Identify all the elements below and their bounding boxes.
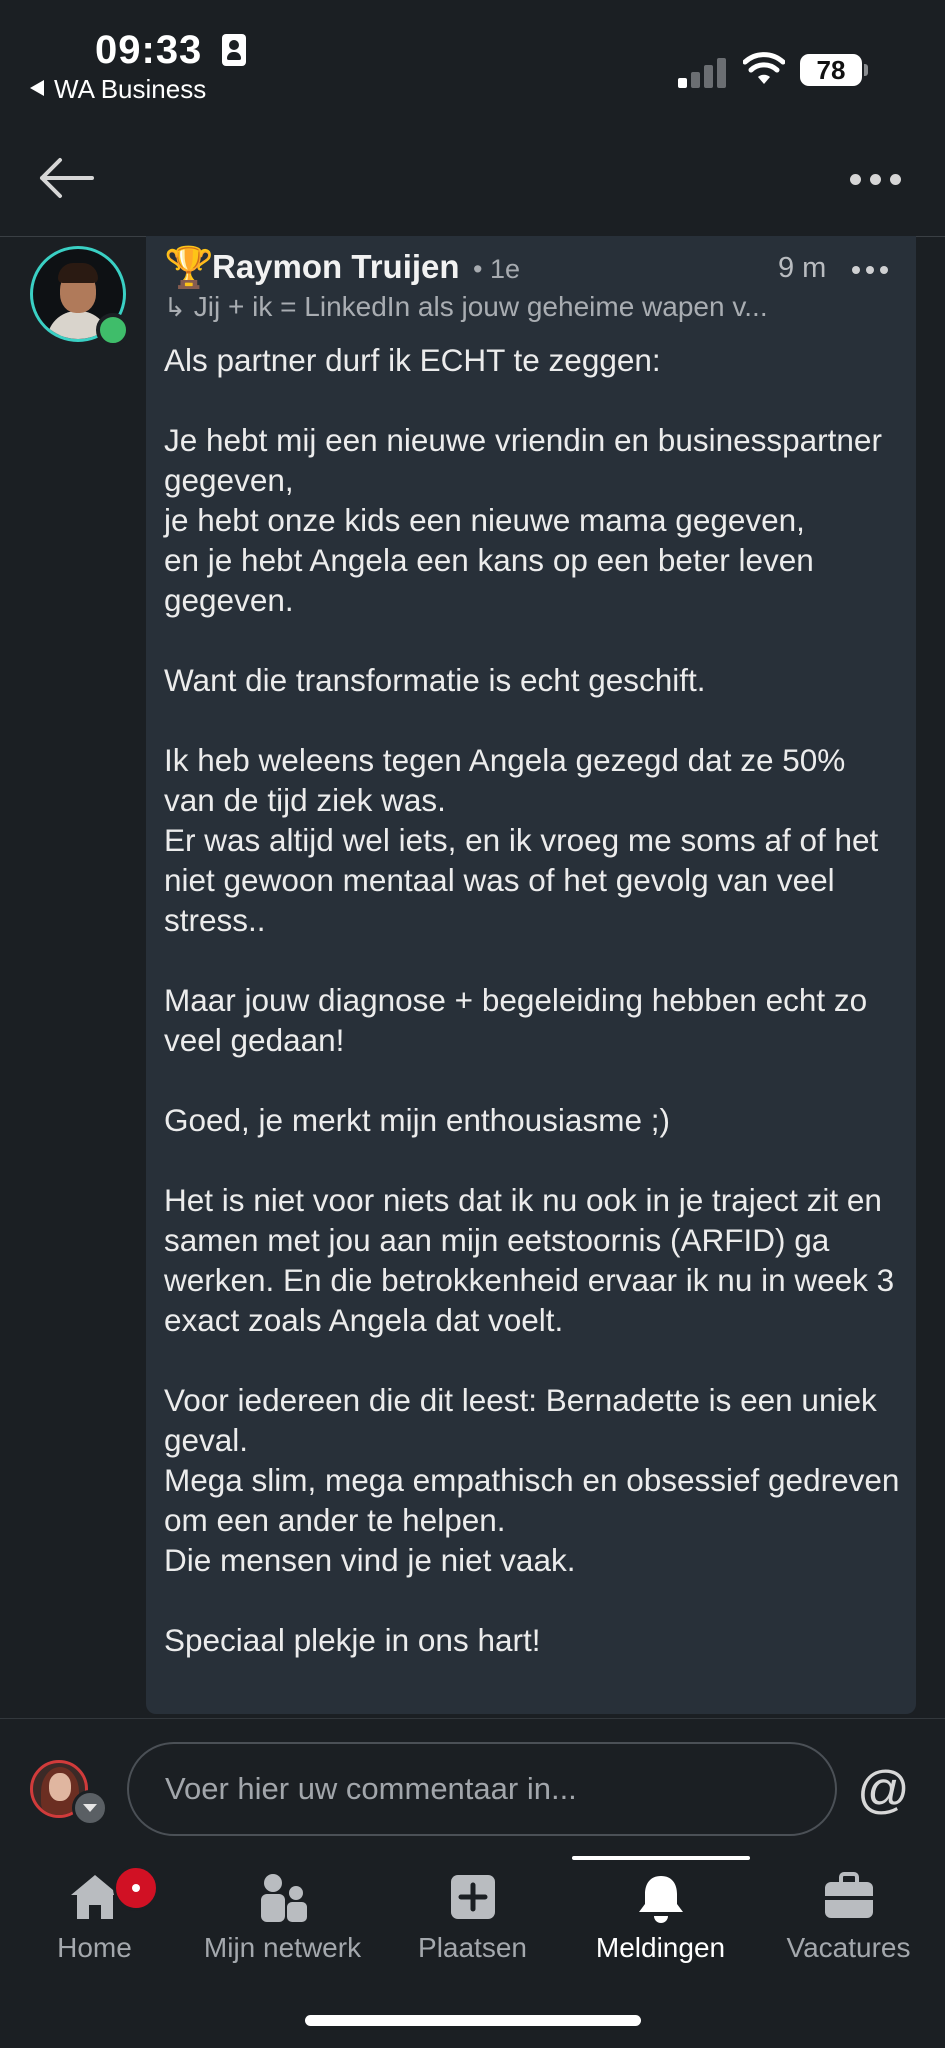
more-options-icon[interactable] (848, 168, 904, 192)
back-to-app-link[interactable]: WA Business (30, 74, 206, 105)
online-status-indicator (96, 313, 130, 347)
wifi-icon (743, 52, 785, 84)
bell-icon (638, 1876, 683, 1923)
back-app-label: WA Business (54, 74, 207, 104)
contact-card-icon (222, 34, 246, 66)
comment-paragraph: Ik heb weleens tegen Angela gezegd dat z… (164, 742, 879, 938)
battery-tip (864, 64, 868, 76)
comment-paragraph: Voor iedereen die dit leest: Bernadette … (164, 1382, 900, 1578)
briefcase-icon (824, 1872, 873, 1918)
connection-degree: • 1e (473, 254, 520, 284)
comment-paragraph: Maar jouw diagnose + begeleiding hebben … (164, 982, 868, 1058)
network-icon (260, 1874, 307, 1922)
back-triangle-icon (30, 80, 44, 96)
tab-notifications[interactable]: Meldingen (566, 1870, 755, 1970)
tab-post[interactable]: Plaatsen (378, 1870, 567, 1970)
identity-switch-chevron-icon[interactable] (72, 1790, 108, 1826)
comment-text: Als partner durf ik ECHT te zeggen: Je h… (164, 340, 904, 1700)
comment-paragraph: Want die transformatie is echt geschift. (164, 662, 706, 698)
comment-paragraph: Als partner durf ik ECHT te zeggen: (164, 342, 661, 378)
comment-paragraph: Het is niet voor niets dat ik nu ook in … (164, 1182, 895, 1338)
battery-indicator: 78 (800, 54, 862, 86)
reply-reference[interactable]: ↳ Jij + ik = LinkedIn als jouw geheime wa… (164, 291, 768, 323)
reply-arrow-icon: ↳ (164, 292, 186, 322)
comment-more-icon[interactable] (852, 266, 888, 276)
home-indicator[interactable] (305, 2015, 641, 2026)
tab-home[interactable]: Home (0, 1870, 189, 1970)
comment-input[interactable] (127, 1742, 837, 1836)
tab-post-label: Plaatsen (418, 1932, 527, 1963)
back-arrow-icon[interactable] (36, 156, 96, 200)
cellular-signal-icon (678, 56, 730, 88)
status-time: 09:33 (95, 28, 203, 72)
comment-time: 9 m (778, 252, 827, 284)
tab-notifications-label: Meldingen (595, 1932, 726, 1963)
author-name[interactable]: Raymon Truijen (212, 248, 460, 286)
mention-icon[interactable]: @ (857, 1760, 910, 1820)
tab-jobs[interactable]: Vacatures (754, 1870, 943, 1970)
comment-paragraph: Speciaal plekje in ons hart! (164, 1622, 541, 1658)
comment-paragraph: Goed, je merkt mijn enthousiasme ;) (164, 1102, 670, 1138)
trophy-icon: 🏆 (164, 246, 214, 290)
tab-home-label: Home (57, 1932, 132, 1963)
notification-badge (113, 1865, 159, 1911)
reply-reference-text: Jij + ik = LinkedIn als jouw geheime wap… (193, 291, 768, 322)
post-icon (450, 1875, 495, 1919)
tab-network-label: Mijn netwerk (203, 1932, 362, 1963)
tab-jobs-label: Vacatures (786, 1932, 911, 1963)
comment-paragraph: Je hebt mij een nieuwe vriendin en busin… (164, 422, 882, 618)
active-tab-indicator (572, 1856, 750, 1860)
tab-network[interactable]: Mijn netwerk (188, 1870, 377, 1970)
